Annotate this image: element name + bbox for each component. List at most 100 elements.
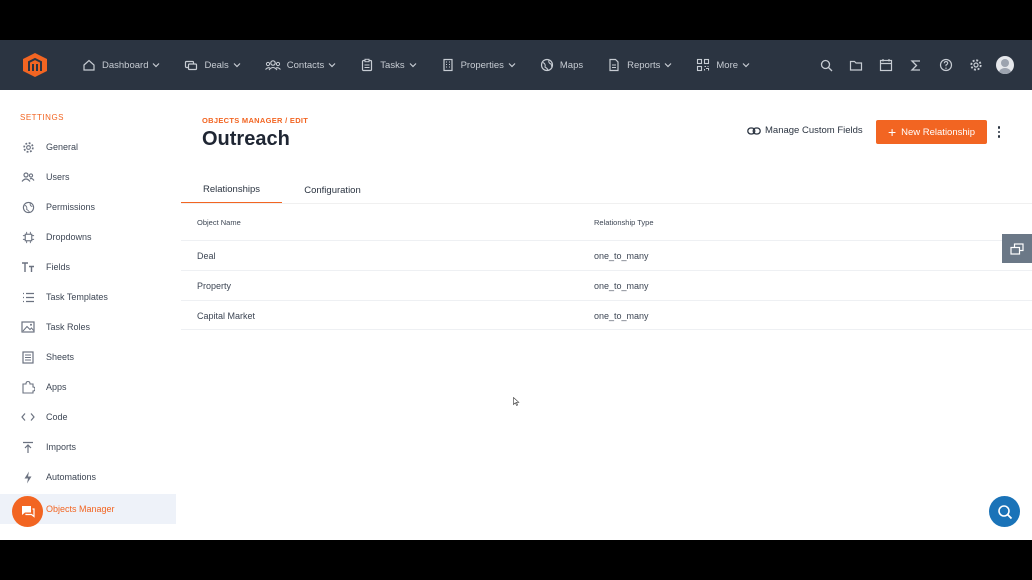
nav-item-tasks[interactable]: Tasks [360,40,417,90]
chevron-down-icon [664,63,672,68]
nav-item-reports[interactable]: Reports [607,40,672,90]
document-icon [609,58,619,72]
column-header-object-name[interactable]: Object Name [197,218,241,227]
help-search-button[interactable] [989,496,1020,527]
brand-logo[interactable] [22,52,48,78]
side-panel-toggle[interactable] [1002,234,1032,263]
plus-icon: + [887,124,897,140]
sidebar-item-apps[interactable]: Apps [0,372,176,402]
image-icon [21,320,35,334]
users-icon [21,170,35,184]
globe-icon [21,200,35,214]
link-icon [747,126,761,135]
clipboard-icon [362,58,373,72]
new-relationship-label: New Relationship [901,126,976,138]
table-row[interactable]: Capital Market one_to_many [181,300,1032,330]
sidebar-item-sheets[interactable]: Sheets [0,342,176,372]
sidebar-title: SETTINGS [20,113,65,122]
sheet-icon [21,350,35,364]
cell-object-name: Capital Market [197,311,256,321]
nav-item-more[interactable]: More [696,40,750,90]
search-icon [820,59,832,71]
sidebar-item-automations[interactable]: Automations [0,462,176,492]
nav-item-dashboard[interactable]: Dashboard [82,40,160,90]
sidebar-item-label: Code [46,412,68,422]
chevron-down-icon [409,63,417,68]
tabs-divider [181,203,1032,204]
top-navbar: Dashboard Deals Contacts Tasks Propertie [0,40,1032,90]
letterbox-bottom [0,540,1032,580]
sidebar-item-permissions[interactable]: Permissions [0,192,176,222]
chat-button[interactable] [12,496,43,527]
cell-relationship-type: one_to_many [594,281,649,291]
chevron-down-icon [742,63,750,68]
sidebar-item-label: General [46,142,79,152]
sidebar-item-label: Task Roles [46,322,91,332]
globe-icon [540,58,553,72]
search-icon [997,504,1012,519]
sidebar-item-users[interactable]: Users [0,162,176,192]
nav-item-properties[interactable]: Properties [441,40,516,90]
sidebar-item-label: Automations [46,472,97,482]
nav-label: Deals [204,59,229,71]
nav-label: More [716,59,739,71]
gear-icon [970,59,982,71]
kebab-dot [997,130,1001,134]
settings-sidebar: SETTINGS General Users Permissions Dropd… [0,90,176,540]
sidebar-item-task-templates[interactable]: Task Templates [0,282,176,312]
code-icon [21,410,35,424]
column-header-relationship-type[interactable]: Relationship Type [594,218,653,227]
sidebar-item-code[interactable]: Code [0,402,176,432]
manage-custom-fields-link[interactable]: Manage Custom Fields [747,125,863,136]
sidebar-item-label: Imports [46,442,77,452]
nav-item-maps[interactable]: Maps [540,40,583,90]
nav-item-deals[interactable]: Deals [184,40,241,90]
search-button[interactable] [818,57,834,73]
app-window: Dashboard Deals Contacts Tasks Propertie [0,40,1032,540]
bolt-icon [21,470,35,484]
sidebar-item-label: Apps [46,382,67,392]
formulas-button[interactable] [908,57,924,73]
sidebar-item-general[interactable]: General [0,132,176,162]
nav-label: Contacts [286,59,325,71]
table-row[interactable]: Property one_to_many [181,270,1032,300]
more-options-button[interactable] [995,124,1003,140]
avatar[interactable] [996,56,1014,74]
tab-configuration[interactable]: Configuration [282,176,383,204]
sidebar-item-label: Objects Manager [46,504,115,514]
help-button[interactable] [938,57,954,73]
calendar-button[interactable] [878,57,894,73]
deals-icon [185,60,198,71]
chevron-down-icon [328,63,336,68]
new-relationship-button[interactable]: + New Relationship [876,120,987,144]
sigma-icon [910,59,920,71]
kebab-dot [997,126,1001,129]
page-title: Outreach [202,128,290,150]
upload-icon [21,440,35,454]
sidebar-item-imports[interactable]: Imports [0,432,176,462]
nav-label: Dashboard [102,59,149,71]
qr-grid-icon [697,58,710,72]
nav-item-contacts[interactable]: Contacts [264,40,337,90]
sidebar-item-label: Dropdowns [46,232,92,242]
breadcrumb[interactable]: OBJECTS MANAGER / EDIT [202,116,308,125]
nav-label: Maps [559,59,584,71]
kebab-dot [997,135,1001,138]
manage-custom-fields-label: Manage Custom Fields [765,125,863,136]
cell-relationship-type: one_to_many [594,251,649,261]
chevron-down-icon [508,63,516,68]
files-button[interactable] [848,57,864,73]
settings-button[interactable] [968,57,984,73]
puzzle-icon [21,380,35,394]
tab-relationships[interactable]: Relationships [181,176,282,204]
list-icon [21,290,35,304]
table-row[interactable]: Deal one_to_many [181,240,1032,270]
chevron-down-icon [233,63,241,68]
home-icon [83,59,95,71]
sidebar-item-dropdowns[interactable]: Dropdowns [0,222,176,252]
sidebar-item-label: Users [46,172,70,182]
chat-icon [21,506,35,518]
sidebar-item-task-roles[interactable]: Task Roles [0,312,176,342]
sidebar-item-fields[interactable]: Fields [0,252,176,282]
nav-label: Reports [627,59,661,71]
